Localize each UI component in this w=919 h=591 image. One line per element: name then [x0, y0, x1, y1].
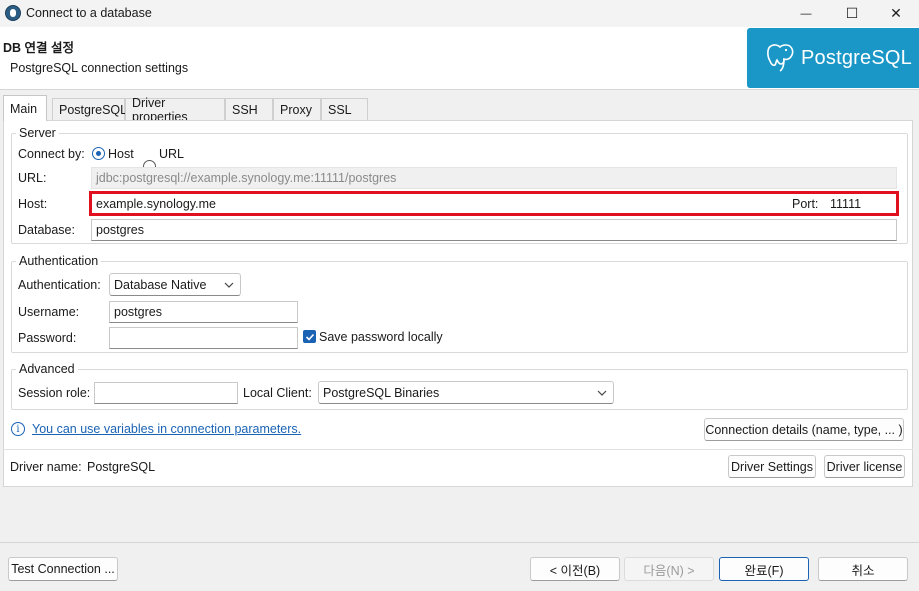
driver-license-button[interactable]: Driver license — [824, 455, 905, 478]
database-input[interactable]: postgres — [91, 219, 897, 241]
logo-text: PostgreSQL — [801, 46, 912, 69]
url-radio-label[interactable]: URL — [159, 147, 184, 161]
close-icon: ✕ — [890, 5, 902, 21]
username-value: postgres — [114, 305, 162, 319]
minimize-button[interactable]: — — [783, 0, 829, 27]
maximize-button[interactable]: ☐ — [829, 0, 875, 27]
session-role-input[interactable] — [94, 382, 238, 404]
app-icon — [5, 5, 21, 21]
local-client-select[interactable]: PostgreSQL Binaries — [318, 381, 614, 404]
local-client-label: Local Client: — [243, 386, 312, 400]
url-value: jdbc:postgresql://example.synology.me:11… — [96, 171, 397, 185]
username-label: Username: — [18, 305, 80, 319]
elephant-icon — [765, 42, 795, 74]
host-label: Host: — [18, 197, 48, 211]
driver-name-value: PostgreSQL — [87, 460, 156, 474]
maximize-icon: ☐ — [845, 5, 859, 21]
highlight-box — [89, 191, 899, 216]
minimize-icon: — — [800, 7, 812, 20]
close-button[interactable]: ✕ — [873, 0, 919, 27]
url-field[interactable]: jdbc:postgresql://example.synology.me:11… — [91, 167, 897, 189]
save-password-checkbox[interactable] — [303, 330, 316, 343]
authentication-select[interactable]: Database Native — [109, 273, 241, 296]
driver-name-label: Driver name: — [10, 460, 82, 474]
tab-proxy[interactable]: Proxy — [273, 98, 321, 120]
password-input[interactable] — [109, 327, 298, 349]
save-password-label[interactable]: Save password locally — [319, 330, 443, 344]
info-icon: i — [11, 422, 25, 436]
tab-ssl[interactable]: SSL — [321, 98, 368, 120]
authentication-group-title: Authentication — [16, 254, 102, 268]
page-subtitle: PostgreSQL connection settings — [10, 61, 189, 75]
server-group-title: Server — [16, 126, 59, 140]
next-button[interactable]: 다음(N) > — [624, 557, 714, 581]
host-radio[interactable] — [92, 147, 105, 160]
tab-postgresql[interactable]: PostgreSQL — [52, 98, 128, 120]
window-title: Connect to a database — [26, 6, 152, 20]
authentication-label: Authentication: — [18, 278, 101, 292]
page-title: DB 연결 설정 — [3, 41, 75, 55]
variables-help-link[interactable]: You can use variables in connection para… — [32, 422, 301, 436]
chevron-down-icon — [224, 282, 234, 288]
dialog-header: DB 연결 설정 PostgreSQL connection settings … — [0, 27, 919, 90]
advanced-group-title: Advanced — [16, 362, 78, 376]
password-label: Password: — [18, 331, 77, 345]
panel-divider — [3, 449, 913, 450]
back-button[interactable]: < 이전(B) — [530, 557, 620, 581]
tab-label: SSL — [328, 102, 352, 117]
tab-ssh[interactable]: SSH — [225, 98, 273, 120]
tab-label: SSH — [232, 102, 258, 117]
driver-settings-button[interactable]: Driver Settings — [728, 455, 816, 478]
connect-by-label: Connect by: — [18, 147, 85, 161]
test-connection-button[interactable]: Test Connection ... — [8, 557, 118, 581]
local-client-value: PostgreSQL Binaries — [323, 385, 440, 400]
tab-label: Main — [10, 101, 38, 116]
authentication-value: Database Native — [114, 277, 207, 292]
session-role-label: Session role: — [18, 386, 91, 400]
chevron-down-icon — [597, 390, 607, 396]
checkmark-icon — [305, 333, 314, 341]
tab-driver-properties[interactable]: Driver properties — [125, 96, 225, 124]
postgresql-logo: PostgreSQL — [747, 28, 919, 88]
header-divider — [0, 89, 919, 90]
database-value: postgres — [96, 223, 144, 237]
url-label: URL: — [18, 171, 47, 185]
title-bar: Connect to a database — ☐ ✕ — [0, 0, 919, 27]
tab-label: Proxy — [280, 102, 312, 117]
footer-divider — [0, 542, 919, 543]
connection-details-button[interactable]: Connection details (name, type, ... ) — [704, 418, 904, 441]
tab-label: PostgreSQL — [59, 102, 128, 117]
tab-main[interactable]: Main — [3, 95, 47, 121]
username-input[interactable]: postgres — [109, 301, 298, 323]
database-label: Database: — [18, 223, 75, 237]
finish-button[interactable]: 완료(F) — [719, 557, 809, 581]
cancel-button[interactable]: 취소 — [818, 557, 908, 581]
host-radio-label[interactable]: Host — [108, 147, 134, 161]
